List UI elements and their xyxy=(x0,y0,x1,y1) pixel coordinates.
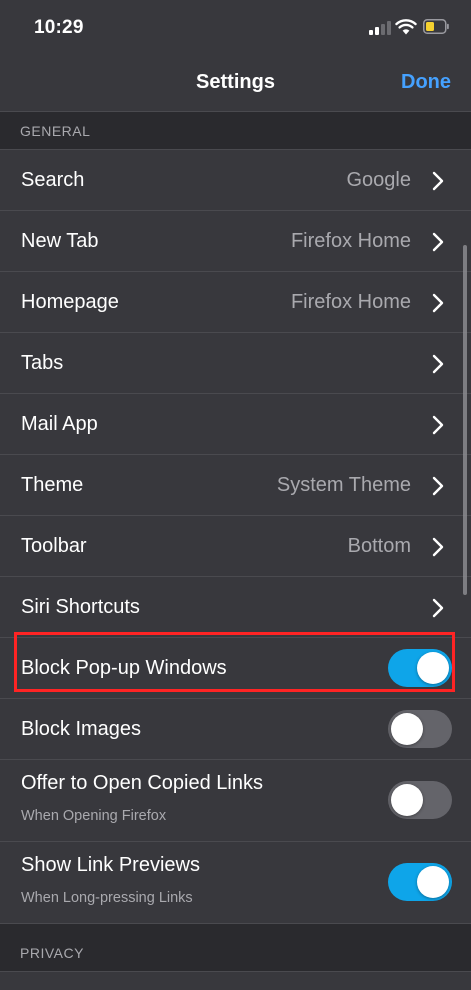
chevron-right-icon xyxy=(432,415,444,435)
chevron-right-icon xyxy=(432,293,444,313)
toolbar-row[interactable]: Toolbar Bottom xyxy=(0,516,471,577)
row-label: Homepage xyxy=(21,291,119,313)
row-label: Mail App xyxy=(21,413,98,435)
homepage-row[interactable]: Homepage Firefox Home xyxy=(0,272,471,333)
offer-open-copied-links-row: Offer to Open Copied Links When Opening … xyxy=(0,760,471,842)
chevron-right-icon xyxy=(432,476,444,496)
row-subtitle: When Long-pressing Links xyxy=(21,890,193,906)
row-value: System Theme xyxy=(276,474,411,496)
show-link-previews-toggle[interactable] xyxy=(388,863,452,901)
section-header-general: GENERAL xyxy=(20,123,91,139)
row-value: Firefox Home xyxy=(290,230,411,252)
battery-low-icon xyxy=(423,19,449,34)
row-label: Toolbar xyxy=(21,535,87,557)
row-value: Bottom xyxy=(347,535,411,557)
toggle-knob xyxy=(391,713,423,745)
row-label: Block Images xyxy=(21,718,142,740)
show-link-previews-row: Show Link Previews When Long-pressing Li… xyxy=(0,842,471,923)
privacy-list-top xyxy=(0,971,471,990)
row-value: Google xyxy=(346,169,412,191)
chevron-right-icon xyxy=(432,598,444,618)
tabs-row[interactable]: Tabs xyxy=(0,333,471,394)
settings-list: Search Google New Tab Firefox Home Homep… xyxy=(0,149,471,924)
scroll-indicator[interactable] xyxy=(463,245,467,595)
block-images-row: Block Images xyxy=(0,699,471,760)
row-label: Search xyxy=(21,169,85,191)
search-row[interactable]: Search Google xyxy=(0,150,471,211)
offer-open-copied-links-toggle[interactable] xyxy=(388,781,452,819)
siri-shortcuts-row[interactable]: Siri Shortcuts xyxy=(0,577,471,638)
status-bar: 10:29 xyxy=(0,0,471,56)
done-button[interactable]: Done xyxy=(401,71,451,94)
mail-app-row[interactable]: Mail App xyxy=(0,394,471,455)
row-label: Siri Shortcuts xyxy=(21,596,140,618)
section-header-privacy: PRIVACY xyxy=(20,945,84,961)
row-label: Theme xyxy=(21,474,84,496)
row-label: Tabs xyxy=(21,352,64,374)
chevron-right-icon xyxy=(432,537,444,557)
block-popup-windows-row: Block Pop-up Windows xyxy=(0,638,471,699)
row-label: New Tab xyxy=(21,230,99,252)
row-label: Show Link Previews xyxy=(21,854,200,876)
toggle-knob xyxy=(417,866,449,898)
new-tab-row[interactable]: New Tab Firefox Home xyxy=(0,211,471,272)
block-images-toggle[interactable] xyxy=(388,710,452,748)
wifi-icon xyxy=(395,19,417,35)
row-label: Offer to Open Copied Links xyxy=(21,772,263,794)
theme-row[interactable]: Theme System Theme xyxy=(0,455,471,516)
chevron-right-icon xyxy=(432,171,444,191)
block-popup-windows-toggle[interactable] xyxy=(388,649,452,687)
settings-screen: 10:29 Settings Done GENERAL Search Googl… xyxy=(0,0,471,990)
row-label: Block Pop-up Windows xyxy=(21,657,227,679)
cellular-signal-icon xyxy=(369,20,393,35)
chevron-right-icon xyxy=(432,354,444,374)
chevron-right-icon xyxy=(432,232,444,252)
toggle-knob xyxy=(391,784,423,816)
row-subtitle: When Opening Firefox xyxy=(21,808,167,824)
status-time: 10:29 xyxy=(34,17,84,38)
navigation-bar: Settings Done xyxy=(0,56,471,112)
toggle-knob xyxy=(417,652,449,684)
row-value: Firefox Home xyxy=(290,291,411,313)
